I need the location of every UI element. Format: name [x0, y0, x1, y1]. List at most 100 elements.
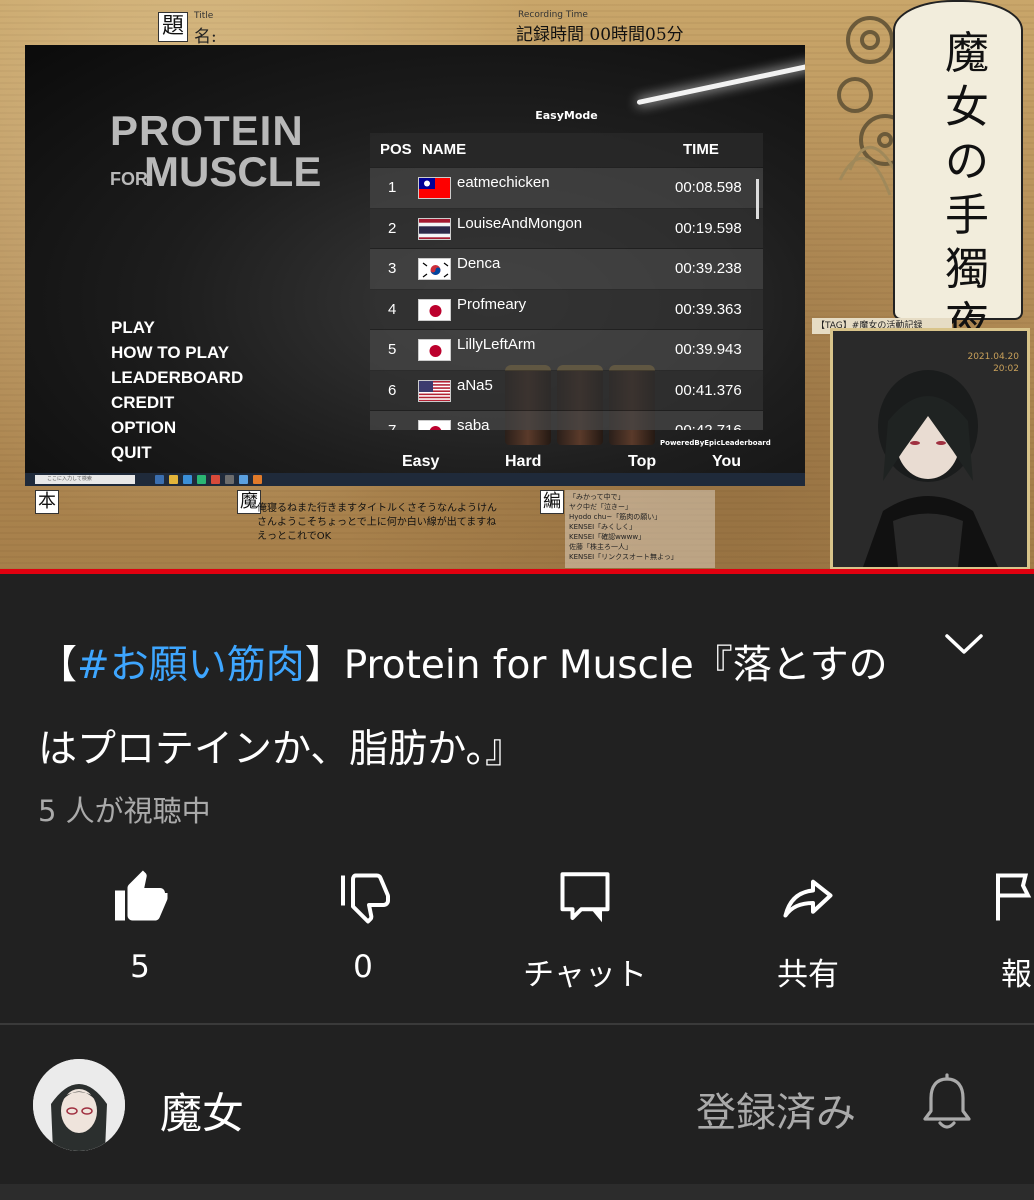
channel-title-card: 魔女の手獨夜遊 — [893, 0, 1023, 403]
game-menu-option: OPTION — [111, 418, 177, 437]
overlay-title-label: 名: — [194, 27, 217, 47]
overlay-notes: 本 魔 編 俺寝るねまた行きますタイトルくさそうなんようけん さんようこそちょっ… — [25, 488, 805, 570]
dislike-count: 0 — [353, 949, 373, 985]
taskbar-app-icon — [211, 475, 220, 484]
leaderboard-player-name: saba — [457, 417, 490, 430]
report-label: 報 — [1001, 957, 1032, 990]
game-menu-credit: CREDIT — [111, 393, 175, 412]
leaderboard-rows: 1 eatmechicken 00:08.598 2 LouiseAndMongon 00… — [370, 168, 763, 430]
chevron-down-icon[interactable] — [941, 628, 987, 660]
leaderboard-header-pos: POS — [380, 141, 412, 158]
leaderboard-position: 7 — [388, 422, 396, 430]
game-menu-how-to-play: HOW TO PLAY — [111, 343, 230, 362]
viewer-count: 5 人が視聴中 — [38, 794, 211, 828]
leaderboard-tab-hard: Hard — [505, 453, 542, 470]
chat-button[interactable]: チャット — [500, 860, 670, 993]
leaderboard-header-name: NAME — [422, 141, 467, 158]
live-progress-bar — [0, 569, 1034, 574]
leaderboard-time: 00:39.363 — [675, 300, 742, 318]
note-kanji-hen: 編 — [540, 490, 564, 514]
like-button[interactable]: 5 — [55, 860, 225, 990]
leaderboard-position: 2 — [388, 219, 397, 237]
share-button[interactable]: 共有 — [723, 860, 893, 993]
leaderboard-position: 3 — [388, 260, 397, 277]
leaderboard-time: 00:39.238 — [675, 260, 742, 277]
overlay-chat-line: 佐藤「株主ろ一人」 — [569, 543, 632, 551]
overlay-title-kanji: 題 — [158, 12, 188, 42]
vtuber-avatar-portrait: 2021.04.20 20:02 — [830, 328, 1030, 570]
next-section-edge — [0, 1184, 1034, 1200]
bell-icon[interactable] — [918, 1073, 976, 1135]
chat-label: チャット — [523, 957, 647, 993]
taskbar-app-icon — [253, 475, 262, 484]
title-hashtag-link[interactable]: #お願い筋肉 — [77, 643, 305, 688]
leaderboard-row: 1 eatmechicken 00:08.598 — [370, 168, 763, 209]
overlay-chat-line: ヤク中だ「泣きー」 — [569, 503, 632, 511]
report-button[interactable]: 報 — [945, 860, 1034, 990]
taskbar-app-icon — [155, 475, 164, 484]
leaderboard-scrollbar — [756, 179, 759, 219]
overlay-recording-label: Recording Time — [518, 10, 588, 20]
leaderboard-player-name: eatmechicken — [457, 174, 550, 191]
overlay-title-strip: 題 Title 名: Recording Time 記録時間 00時間05分 — [150, 8, 830, 47]
usa-flag-icon — [418, 379, 451, 402]
channel-avatar-image — [33, 1059, 125, 1151]
leaderboard-row: 2 LouiseAndMongon 00:19.598 — [370, 208, 763, 249]
japan-flag-icon — [418, 420, 451, 430]
korea-flag-icon — [418, 258, 451, 280]
channel-row[interactable]: 魔女 登録済み — [0, 1025, 1034, 1185]
leaderboard-time: 00:42.716 — [675, 422, 742, 430]
avatar[interactable] — [33, 1059, 125, 1151]
leaderboard-tab-you: You — [712, 453, 742, 470]
leaderboard-position: 5 — [388, 341, 397, 358]
taskbar-app-icon — [169, 475, 178, 484]
leaderboard-position: 4 — [388, 300, 397, 318]
overlay-chat-line: 「みかって中で」 — [569, 493, 625, 501]
leaderboard-tab-top: Top — [628, 453, 657, 470]
game-menu-leaderboard: LEADERBOARD — [111, 368, 244, 387]
subscribed-button[interactable]: 登録済み — [696, 1080, 856, 1138]
video-player[interactable]: 題 Title 名: Recording Time 記録時間 00時間05分 魔… — [0, 0, 1034, 570]
leaderboard-player-name: aNa5 — [457, 376, 493, 394]
game-menu-play: PLAY — [111, 318, 155, 337]
ceiling-light — [636, 61, 805, 106]
channel-name[interactable]: 魔女 — [160, 1080, 244, 1141]
share-icon — [783, 879, 833, 918]
leaderboard-panel: EasyMode POS NAME TIME 1 eatmechicken 00:0… — [370, 105, 771, 473]
leaderboard-row: 7 saba 00:42.716 — [370, 411, 763, 430]
leaderboard-time: 00:19.598 — [675, 219, 742, 237]
overlay-chat-line: Hyodo chu~「筋肉の願い」 — [569, 513, 662, 521]
leaderboard-player-name: LillyLeftArm — [457, 336, 536, 353]
taskbar-app-icon — [239, 475, 248, 484]
overlay-recording-time: 記録時間 00時間05分 — [516, 25, 684, 45]
share-label: 共有 — [777, 957, 839, 993]
taskbar-app-icon — [225, 475, 234, 484]
leaderboard-position: 1 — [388, 179, 397, 196]
overlay-note-text: 俺寝るねまた行きますタイトルくさそうなんようけん さんようこそちょっとで上に何か… — [257, 503, 497, 542]
overlay-chat-line: KENSEI「みくしく」 — [569, 523, 637, 531]
japan-flag-icon — [418, 339, 451, 361]
video-title[interactable]: 【#お願い筋肉】Protein for Muscle『落とすのはプロテインか、脂… — [38, 624, 918, 792]
leaderboard-header: POS NAME TIME — [370, 133, 763, 167]
game-logo-muscle: MUSCLE — [144, 148, 322, 195]
leaderboard-player-name: Profmeary — [457, 295, 527, 313]
leaderboard-time: 00:39.943 — [675, 341, 742, 358]
leaderboard-time: 00:41.376 — [675, 381, 742, 399]
taskbar-app-icon — [197, 475, 206, 484]
leaderboard-row: 5 LillyLeftArm 00:39.943 — [370, 330, 763, 371]
game-main-menu: PLAY HOW TO PLAY LEADERBOARD CREDIT OPTI… — [111, 315, 243, 465]
leaderboard-position: 6 — [388, 381, 397, 399]
like-count: 5 — [130, 949, 150, 985]
japan-flag-icon — [418, 298, 451, 321]
leaderboard-time: 00:08.598 — [675, 179, 742, 196]
leaderboard-row: 3 Denca 00:39.238 — [370, 249, 763, 290]
report-flag-icon — [996, 873, 1032, 921]
note-kanji-hon: 本 — [35, 490, 59, 514]
dislike-button[interactable]: 0 — [278, 860, 448, 990]
thumbs-down-icon — [341, 873, 390, 924]
action-bar: 5 0 チャット 共有 報 — [0, 860, 1034, 993]
thumbs-up-icon — [115, 870, 168, 921]
leaderboard-row: 4 Profmeary 00:39.363 — [370, 289, 763, 330]
game-window: PROTEIN FOR MUSCLE PLAY HOW TO PLAY LEAD… — [25, 45, 805, 473]
leaderboard-player-name: LouiseAndMongon — [457, 214, 583, 232]
